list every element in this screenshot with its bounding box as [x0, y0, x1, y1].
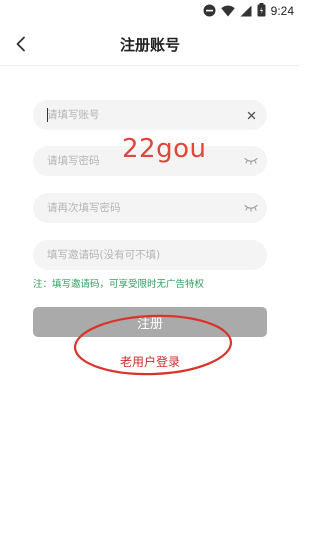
account-input[interactable] — [47, 100, 237, 130]
status-bar: 9:24 — [0, 0, 300, 22]
invite-note: 注：填写邀请码，可享受限时无广告特权 — [33, 279, 205, 290]
confirm-password-visibility-toggle[interactable] — [243, 200, 259, 216]
invite-code-field[interactable] — [33, 240, 267, 270]
invite-code-input[interactable] — [47, 240, 237, 270]
status-time: 9:24 — [270, 4, 294, 18]
text-cursor — [47, 108, 48, 122]
register-button[interactable]: 注册 — [33, 307, 267, 337]
signal-icon — [240, 2, 252, 21]
eye-closed-icon — [244, 157, 258, 165]
dnd-icon — [203, 2, 216, 21]
eye-closed-icon — [244, 204, 258, 212]
password-visibility-toggle[interactable] — [243, 153, 259, 169]
clear-icon — [247, 111, 255, 119]
page-title: 注册账号 — [119, 36, 180, 54]
confirm-password-field[interactable] — [33, 193, 267, 223]
status-icons: 9:24 — [203, 2, 294, 21]
wifi-icon — [220, 2, 235, 21]
watermark: 22gou — [122, 134, 207, 164]
existing-user-login-link[interactable]: 老用户登录 — [0, 353, 300, 370]
nav-bar: 注册账号 — [0, 22, 300, 66]
account-field[interactable] — [33, 100, 267, 130]
confirm-password-input[interactable] — [47, 193, 237, 223]
battery-icon — [257, 2, 266, 21]
clear-button[interactable] — [243, 107, 259, 123]
